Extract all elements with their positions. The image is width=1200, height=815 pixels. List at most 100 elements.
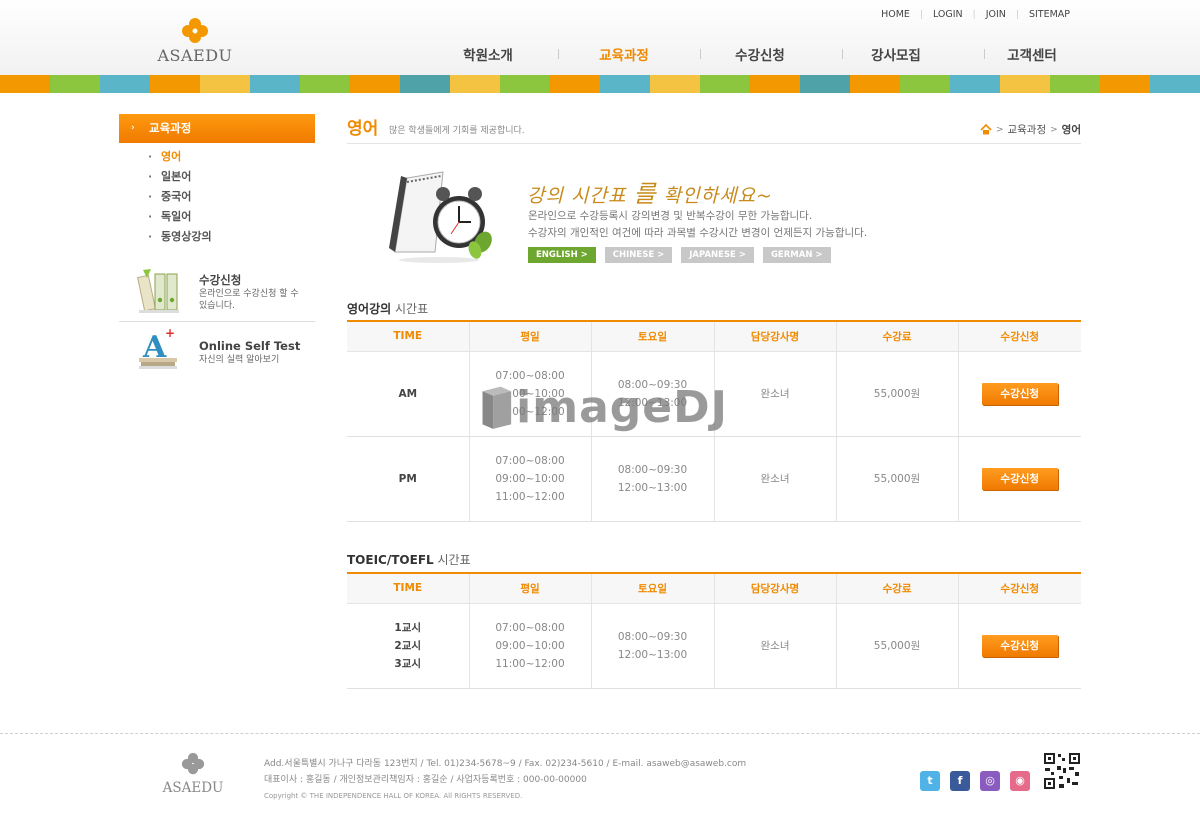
enroll-box-desc: 온라인으로 수강신청 할 수 있습니다. — [199, 289, 299, 311]
facebook-icon[interactable]: f — [950, 771, 970, 791]
col-saturday: 토요일 — [590, 321, 714, 352]
lang-japanese-button[interactable]: JAPANESE > — [681, 247, 754, 263]
chevron-right-icon: > — [1050, 124, 1058, 135]
stripe-block — [600, 75, 650, 93]
col-apply: 수강신청 — [957, 321, 1081, 352]
nav-item-about[interactable]: 학원소개 — [420, 44, 556, 64]
stripe-block — [300, 75, 350, 93]
stripe-block — [550, 75, 600, 93]
sns-links: t f ◎ ◉ — [920, 771, 1030, 791]
col-time: TIME — [347, 321, 469, 352]
language-buttons: ENGLISH > CHINESE > JAPANESE > GERMAN > — [528, 247, 831, 263]
lang-german-button[interactable]: GERMAN > — [762, 247, 831, 263]
breadcrumb-item[interactable]: 교육과정 — [1007, 122, 1046, 137]
self-test-desc: 자신의 실력 알아보기 — [199, 355, 280, 365]
table-row: 1교시 2교시 3교시 07:00~08:00 09:00~10:00 11:00~12… — [347, 603, 1081, 689]
nav-divider — [842, 49, 843, 59]
footer-info: Add.서울특별시 가나구 다라동 123번지 / Tel. 01)234-56… — [264, 756, 746, 804]
home-link[interactable]: HOME — [871, 9, 920, 20]
stripe-block — [1150, 75, 1200, 93]
me2day-icon[interactable]: ◎ — [980, 771, 1000, 791]
page-title: 영어 — [347, 119, 379, 139]
twitter-icon[interactable]: t — [920, 771, 940, 791]
col-teacher: 담당강사명 — [713, 321, 836, 352]
sidebar-item-video[interactable]: 동영상강의 — [148, 230, 212, 250]
lang-english-button[interactable]: ENGLISH > — [528, 247, 596, 263]
header: ASAEDU HOME | LOGIN | JOIN | SITEMAP 학원소개 교… — [0, 0, 1200, 75]
sitemap-link[interactable]: SITEMAP — [1019, 9, 1080, 20]
arrow-right-icon: › — [131, 123, 135, 133]
stripe-block — [1100, 75, 1150, 93]
join-link[interactable]: JOIN — [976, 9, 1016, 20]
stripe-block — [100, 75, 150, 93]
stripe-block — [850, 75, 900, 93]
apply-button[interactable]: 수강신청 — [981, 382, 1058, 405]
stripe-block — [150, 75, 200, 93]
stripe-block — [400, 75, 450, 93]
stripe-block — [900, 75, 950, 93]
stripe-block — [950, 75, 1000, 93]
schedule-banner: 강의 시간표 를 확인하세요~ 온라인으로 수강등록시 강의변경 및 반복수강이… — [347, 160, 1081, 270]
clover-logo-icon — [182, 18, 208, 43]
stripe-block — [1050, 75, 1100, 93]
nav-divider — [558, 49, 559, 59]
divider — [119, 321, 315, 322]
stripe-block — [500, 75, 550, 93]
apply-button[interactable]: 수강신청 — [981, 467, 1058, 490]
self-test-title: Online Self Test — [199, 339, 301, 353]
banner-description: 온라인으로 수강등록시 강의변경 및 반복수강이 무한 가능합니다. 수강자의 … — [528, 210, 868, 239]
svg-text:+: + — [165, 326, 175, 340]
main-nav: 학원소개 교육과정 수강신청 강사모집 고객센터 — [420, 44, 1100, 64]
nav-item-recruit[interactable]: 강사모집 — [828, 44, 964, 64]
sidebar-item-japanese[interactable]: 일본어 — [148, 170, 212, 190]
page-subtitle: 많은 학생들에게 기회를 제공합니다. — [389, 126, 525, 136]
enroll-box-title: 수강신청 — [199, 273, 242, 287]
nav-item-courses[interactable]: 교육과정 — [556, 44, 692, 64]
clover-logo-icon — [181, 752, 205, 775]
login-link[interactable]: LOGIN — [923, 9, 973, 20]
sidebar-item-german[interactable]: 독일어 — [148, 210, 212, 230]
home-icon[interactable] — [980, 124, 992, 135]
breadcrumb-current: 영어 — [1061, 124, 1081, 136]
sidebar-item-chinese[interactable]: 중국어 — [148, 190, 212, 210]
logo-text: ASAEDU — [157, 46, 233, 65]
col-fee: 수강료 — [835, 321, 958, 352]
banner-headline: 강의 시간표 를 확인하세요~ — [527, 180, 773, 208]
toeic-schedule-table: TIME 평일 토요일 담당강사명 수강료 수강신청 1교시 2교시 3교시 07:… — [347, 572, 1081, 689]
color-stripe — [0, 75, 1200, 93]
footer-divider — [0, 733, 1200, 734]
content-header: 영어 많은 학생들에게 기회를 제공합니다. > 교육과정 > 영어 — [347, 114, 1081, 144]
utility-links: HOME | LOGIN | JOIN | SITEMAP — [871, 9, 1080, 20]
nav-divider — [984, 49, 985, 59]
logo[interactable]: ASAEDU — [155, 16, 235, 66]
table-header-row: TIME 평일 토요일 담당강사명 수강료 수강신청 — [347, 321, 1081, 352]
stripe-block — [350, 75, 400, 93]
books-icon — [137, 269, 179, 313]
chevron-right-icon: > — [995, 124, 1004, 135]
self-test-box[interactable]: A + Online Self Test 자신의 실력 알아보기 — [119, 325, 315, 383]
stripe-block — [750, 75, 800, 93]
apply-button[interactable]: 수강신청 — [981, 634, 1058, 657]
watermark-cube-icon — [482, 386, 512, 429]
watermark: imageDJ — [478, 372, 728, 442]
test-a-icon: A + — [139, 326, 177, 369]
stripe-block — [800, 75, 850, 93]
stripe-block — [700, 75, 750, 93]
qr-code-icon — [1043, 752, 1081, 790]
blog-icon[interactable]: ◉ — [1010, 771, 1030, 791]
stripe-block — [50, 75, 100, 93]
stripe-block — [250, 75, 300, 93]
copyright: Copyright © THE INDEPENDENCE HALL OF KOR… — [264, 792, 523, 800]
enroll-box[interactable]: 수강신청 온라인으로 수강신청 할 수 있습니다. — [119, 266, 315, 324]
sidebar-item-english[interactable]: 영어 — [148, 150, 212, 170]
lang-chinese-button[interactable]: CHINESE > — [604, 247, 673, 263]
stripe-block — [450, 75, 500, 93]
stripe-block — [1000, 75, 1050, 93]
nav-item-enroll[interactable]: 수강신청 — [692, 44, 828, 64]
section-title-english: 영어강의 시간표 — [347, 302, 429, 316]
desk-calendar-clock-icon — [389, 171, 492, 263]
sidebar-menu: 영어 일본어 중국어 독일어 동영상강의 — [148, 150, 212, 250]
sidebar-title: › 교육과정 — [119, 114, 315, 143]
section-title-toeic: TOEIC/TOEFL 시간표 — [347, 553, 471, 567]
table-row: PM 07:00~08:00 09:00~10:00 11:00~12:00 08:… — [347, 436, 1081, 522]
